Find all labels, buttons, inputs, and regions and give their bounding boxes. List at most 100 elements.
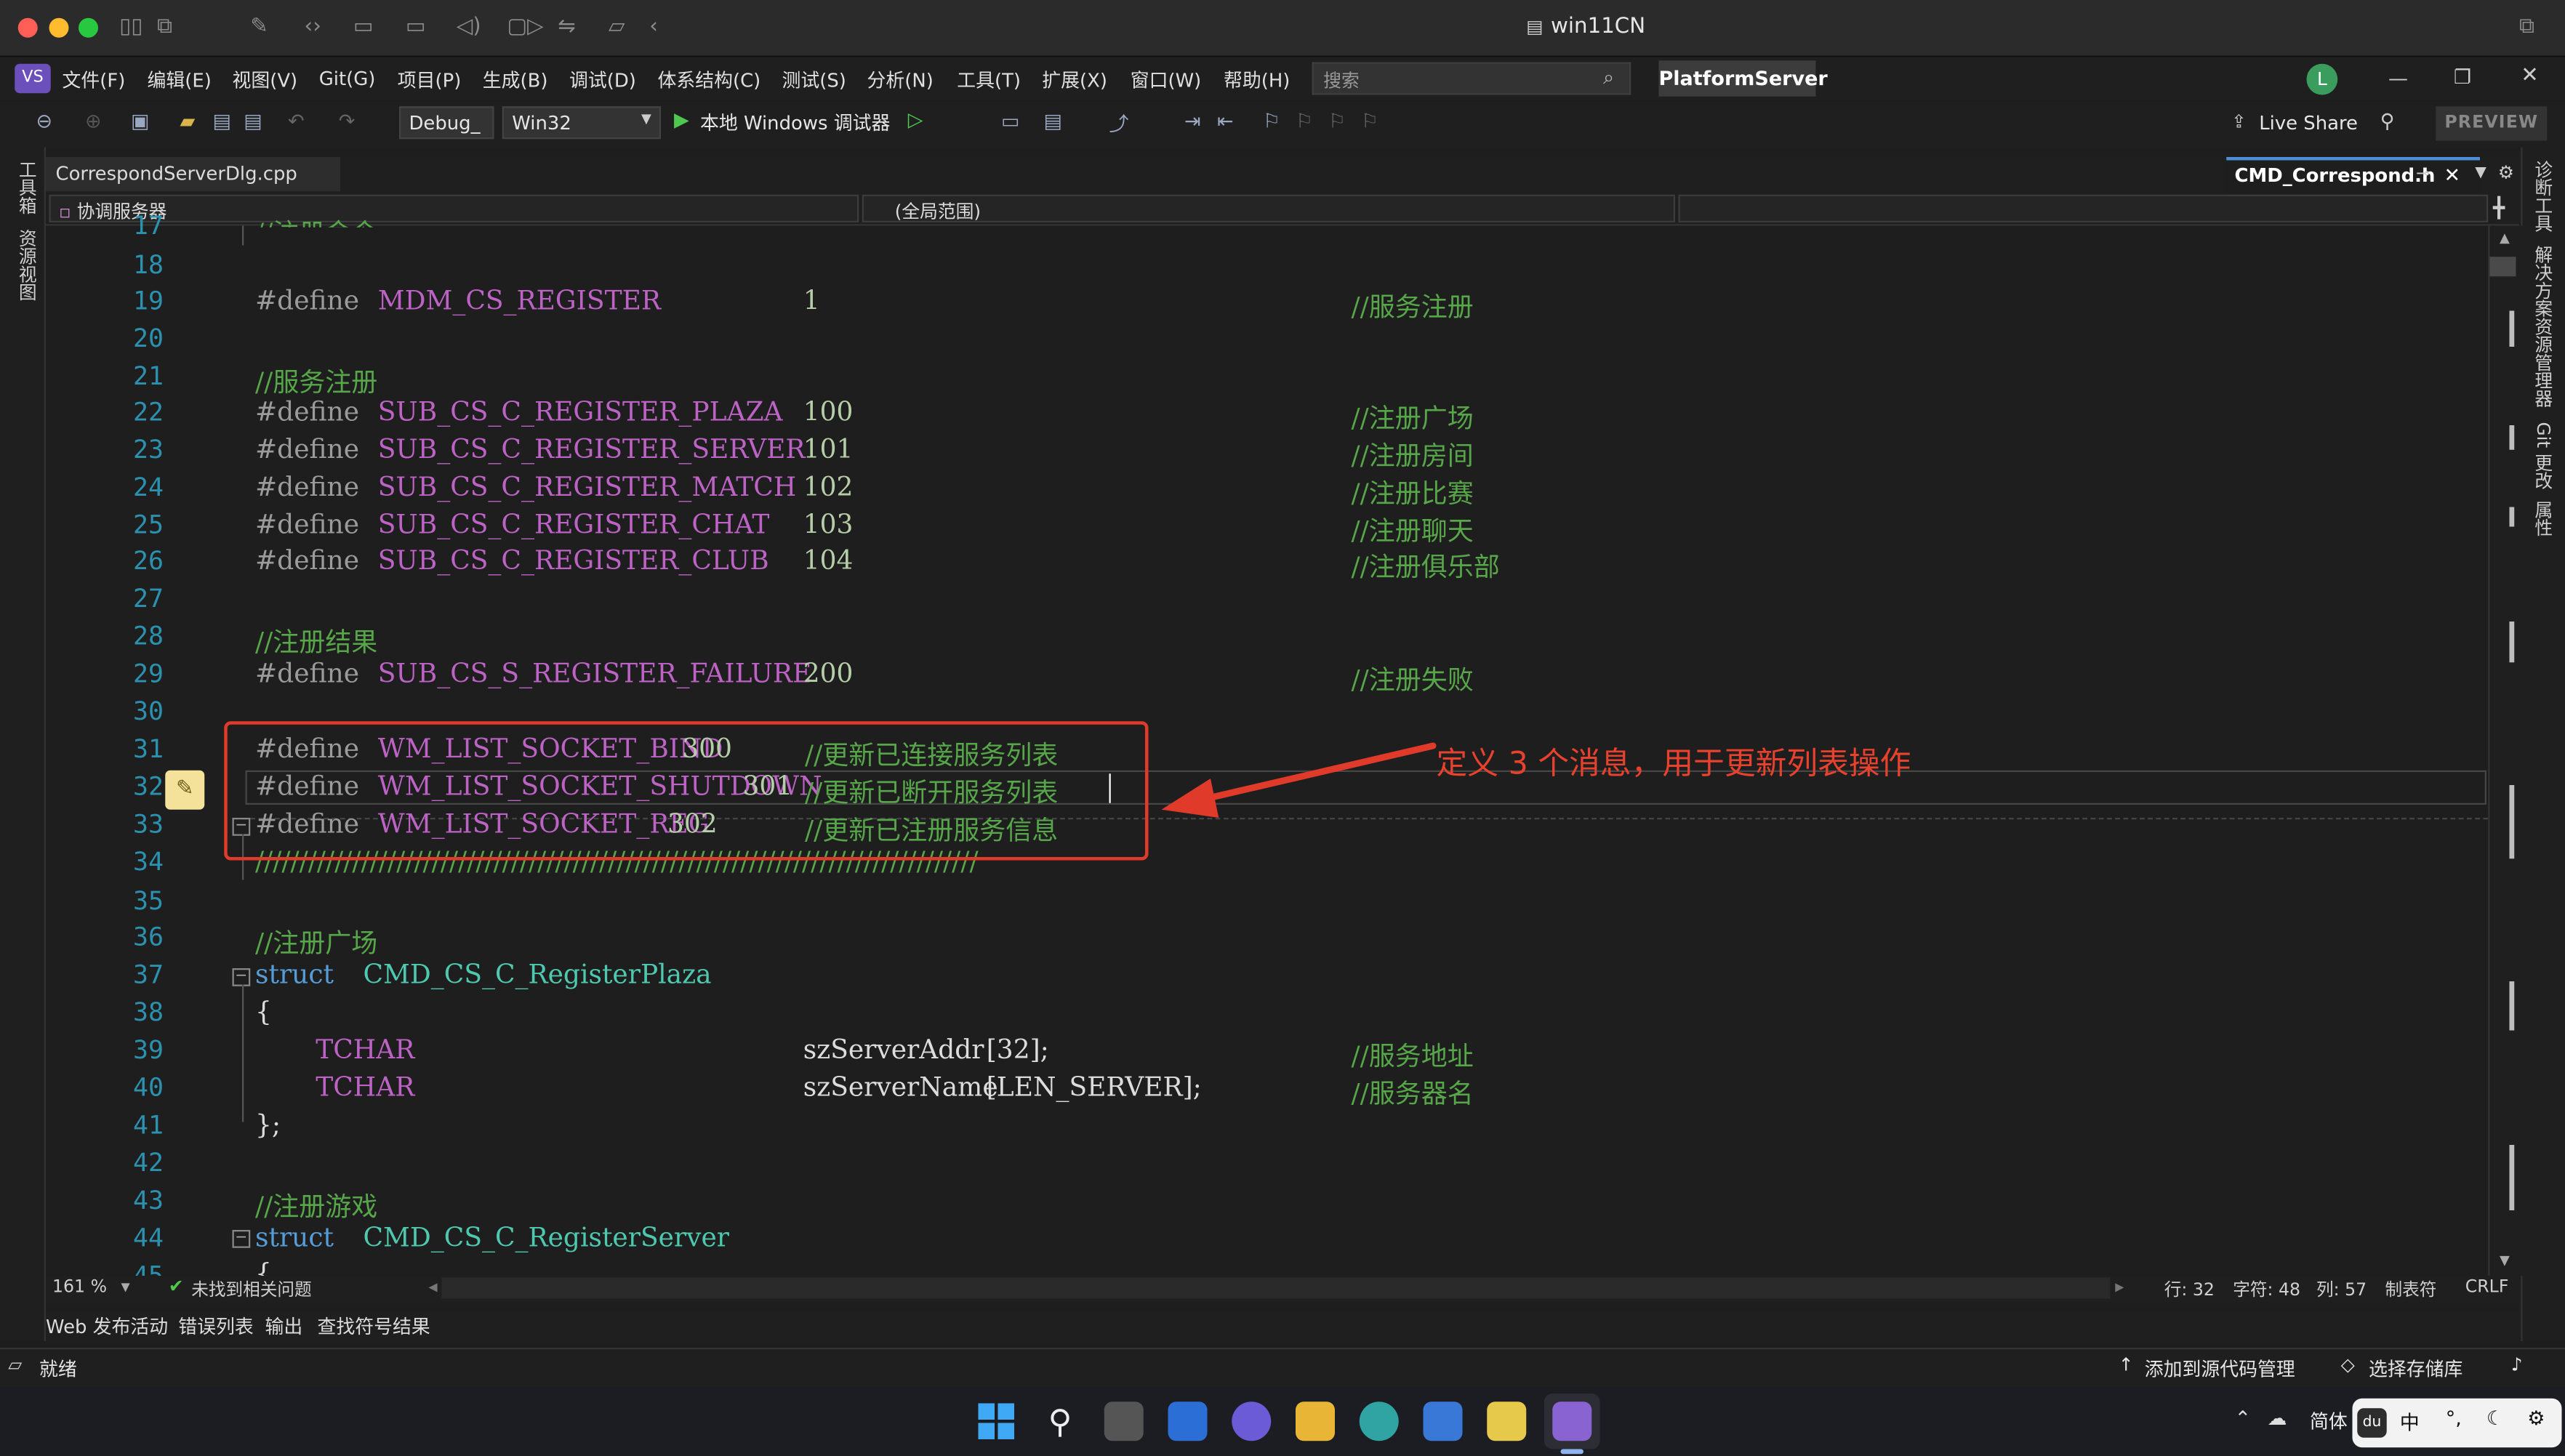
start-icon[interactable] <box>976 1401 1016 1441</box>
tray-chevron-icon[interactable]: ⌃ <box>2235 1407 2252 1430</box>
issues-status[interactable]: 未找到相关问题 <box>191 1277 311 1302</box>
moon-icon[interactable]: ☾ <box>2486 1407 2504 1430</box>
menu-window[interactable]: 窗口(W) <box>1131 67 1202 93</box>
redo-icon[interactable]: ↷ <box>339 110 356 133</box>
indent-mode[interactable]: 制表符 <box>2385 1277 2437 1302</box>
chevron-left-icon[interactable]: ‹ <box>649 15 658 41</box>
char-indicator[interactable]: 字符: 48 <box>2233 1277 2300 1302</box>
file-explorer-icon[interactable] <box>1296 1401 1335 1441</box>
snapshot-icon[interactable]: ⧉ <box>157 15 172 41</box>
tab-find-symbol-results[interactable]: 查找符号结果 <box>318 1314 430 1340</box>
vertical-scrollbar[interactable] <box>2488 225 2523 1276</box>
scroll-left-icon[interactable]: ◀ <box>429 1281 438 1294</box>
preview-button[interactable]: PREVIEW <box>2436 106 2548 141</box>
member-select[interactable] <box>1678 194 2489 222</box>
zoom-level[interactable]: 161 % <box>52 1277 107 1297</box>
back-icon[interactable]: ⊖ <box>36 110 53 133</box>
menu-file[interactable]: 文件(F) <box>63 67 126 93</box>
close-icon[interactable]: ✕ <box>2521 64 2539 89</box>
step-icon[interactable]: ⤴ <box>1109 110 1129 137</box>
fullscreen-icon[interactable]: ⧉ <box>2519 15 2534 41</box>
menu-debug[interactable]: 调试(D) <box>569 67 636 93</box>
properties-tab[interactable]: 属性 <box>2529 501 2556 537</box>
drive-icon[interactable]: ▭ <box>353 15 374 41</box>
avatar[interactable]: L <box>2306 63 2338 95</box>
menu-project[interactable]: 项目(P) <box>398 67 462 93</box>
bookmark-icon[interactable]: ⚐ <box>1263 110 1280 133</box>
notification-bell-icon[interactable]: ♪ <box>2511 1354 2523 1375</box>
speaker-icon[interactable]: ◁) <box>457 15 481 41</box>
tab-output[interactable]: 输出 <box>265 1314 303 1340</box>
save-all-icon[interactable]: ▤ <box>244 110 262 133</box>
close-tab-icon[interactable]: ✕ <box>2444 164 2461 187</box>
git-changes-tab[interactable]: Git 更改 <box>2529 422 2556 490</box>
add-source-control-button[interactable]: 添加到源代码管理 <box>2145 1356 2295 1382</box>
chat-icon[interactable] <box>1232 1401 1272 1441</box>
new-item-icon[interactable]: ▣ <box>131 110 150 133</box>
visual-studio-taskbar-icon[interactable] <box>1552 1401 1592 1441</box>
diagnostic-tools-tab[interactable]: 诊断工具 <box>2529 161 2556 233</box>
tab-error-list[interactable]: 错误列表 <box>178 1314 254 1340</box>
pin-icon[interactable]: ⊸ <box>2416 165 2430 183</box>
minimize-icon[interactable]: — <box>2388 67 2408 90</box>
sidebar-toggle-icon[interactable]: ▯▯ <box>119 15 142 41</box>
menu-git[interactable]: Git(G) <box>319 67 376 90</box>
menu-analyze[interactable]: 分析(N) <box>867 67 934 93</box>
language-indicator[interactable]: 简体 <box>2310 1408 2348 1434</box>
line-ending[interactable]: CRLF <box>2465 1277 2509 1297</box>
edge-browser-icon[interactable] <box>1359 1401 1399 1441</box>
live-share-button[interactable]: Live Share <box>2259 111 2358 134</box>
app-icon[interactable] <box>1487 1401 1527 1441</box>
ime-mode[interactable]: 中 <box>2400 1408 2420 1436</box>
browse-icon[interactable]: ▭ <box>1001 110 1020 133</box>
punctuation-icon[interactable]: °, <box>2446 1407 2462 1430</box>
ime-settings-icon[interactable]: ⚙ <box>2527 1407 2545 1430</box>
camera-icon[interactable]: ▢▷ <box>507 15 544 41</box>
collapse-toggle[interactable]: − <box>232 968 251 986</box>
visual-studio-logo-icon[interactable]: VS <box>15 63 51 94</box>
scroll-up-icon[interactable]: ▲ <box>2500 230 2510 245</box>
column-indicator[interactable]: 列: 57 <box>2316 1277 2367 1302</box>
undo-icon[interactable]: ↶ <box>288 110 305 133</box>
store-icon[interactable] <box>1423 1401 1463 1441</box>
global-scope-select[interactable]: (全局范围) <box>862 194 1675 222</box>
open-folder-icon[interactable]: ▰ <box>180 110 196 133</box>
menu-tools[interactable]: 工具(T) <box>957 67 1021 93</box>
search-icon[interactable]: ⚲ <box>1040 1401 1080 1441</box>
output-window-icon[interactable]: ▱ <box>8 1354 22 1375</box>
menu-edit[interactable]: 编辑(E) <box>148 67 212 93</box>
tab-correspondserverdlg[interactable]: CorrespondServerDlg.cpp <box>46 157 340 192</box>
menu-build[interactable]: 生成(B) <box>483 67 548 93</box>
tab-cmd-correspond[interactable]: CMD_Correspond.h <box>2226 157 2480 193</box>
bookmark-prev-icon[interactable]: ⚐ <box>1296 110 1313 133</box>
indent-icon[interactable]: ⇥ <box>1184 110 1201 133</box>
zoom-window-button[interactable] <box>79 17 98 38</box>
select-repository-button[interactable]: 选择存储库 <box>2369 1356 2462 1382</box>
bookmark-next-icon[interactable]: ⚐ <box>1328 110 1346 133</box>
minimize-window-button[interactable] <box>49 17 69 38</box>
bookmark-clear-icon[interactable]: ⚐ <box>1361 110 1378 133</box>
collapse-toggle[interactable]: − <box>232 1230 251 1248</box>
menu-extensions[interactable]: 扩展(X) <box>1042 67 1107 93</box>
task-view-icon[interactable] <box>1104 1401 1144 1441</box>
search-icon[interactable]: ⌕ <box>1603 65 1614 90</box>
play-icon[interactable]: ▶ <box>674 108 689 132</box>
menu-test[interactable]: 测试(S) <box>782 67 846 93</box>
wrench-icon[interactable]: ✎ <box>250 15 268 41</box>
tab-list-icon[interactable]: ▼ <box>2475 165 2486 182</box>
forward-icon[interactable]: ⊕ <box>85 110 102 133</box>
start-debugging-button[interactable]: 本地 Windows 调试器 <box>700 110 890 136</box>
solution-explorer-tab[interactable]: 解决方案资源管理器 <box>2529 246 2556 408</box>
gear-icon[interactable]: ⚙ <box>2498 162 2514 183</box>
menu-architecture[interactable]: 体系结构(C) <box>658 67 761 93</box>
layout-icon[interactable]: ▤ <box>1044 110 1063 133</box>
menu-help[interactable]: 帮助(H) <box>1224 67 1290 93</box>
restore-icon[interactable]: ❐ <box>2454 65 2471 89</box>
close-window-button[interactable] <box>17 17 38 38</box>
cloud-icon[interactable]: ☁ <box>2268 1407 2287 1430</box>
chevron-down-icon[interactable]: ▼ <box>641 111 651 126</box>
platform-select[interactable]: Win32 <box>502 106 661 140</box>
configuration-select[interactable]: Debug_ <box>399 106 494 140</box>
project-name-button[interactable]: PlatformServer <box>1658 60 1828 97</box>
outdent-icon[interactable]: ⇤ <box>1217 110 1234 133</box>
